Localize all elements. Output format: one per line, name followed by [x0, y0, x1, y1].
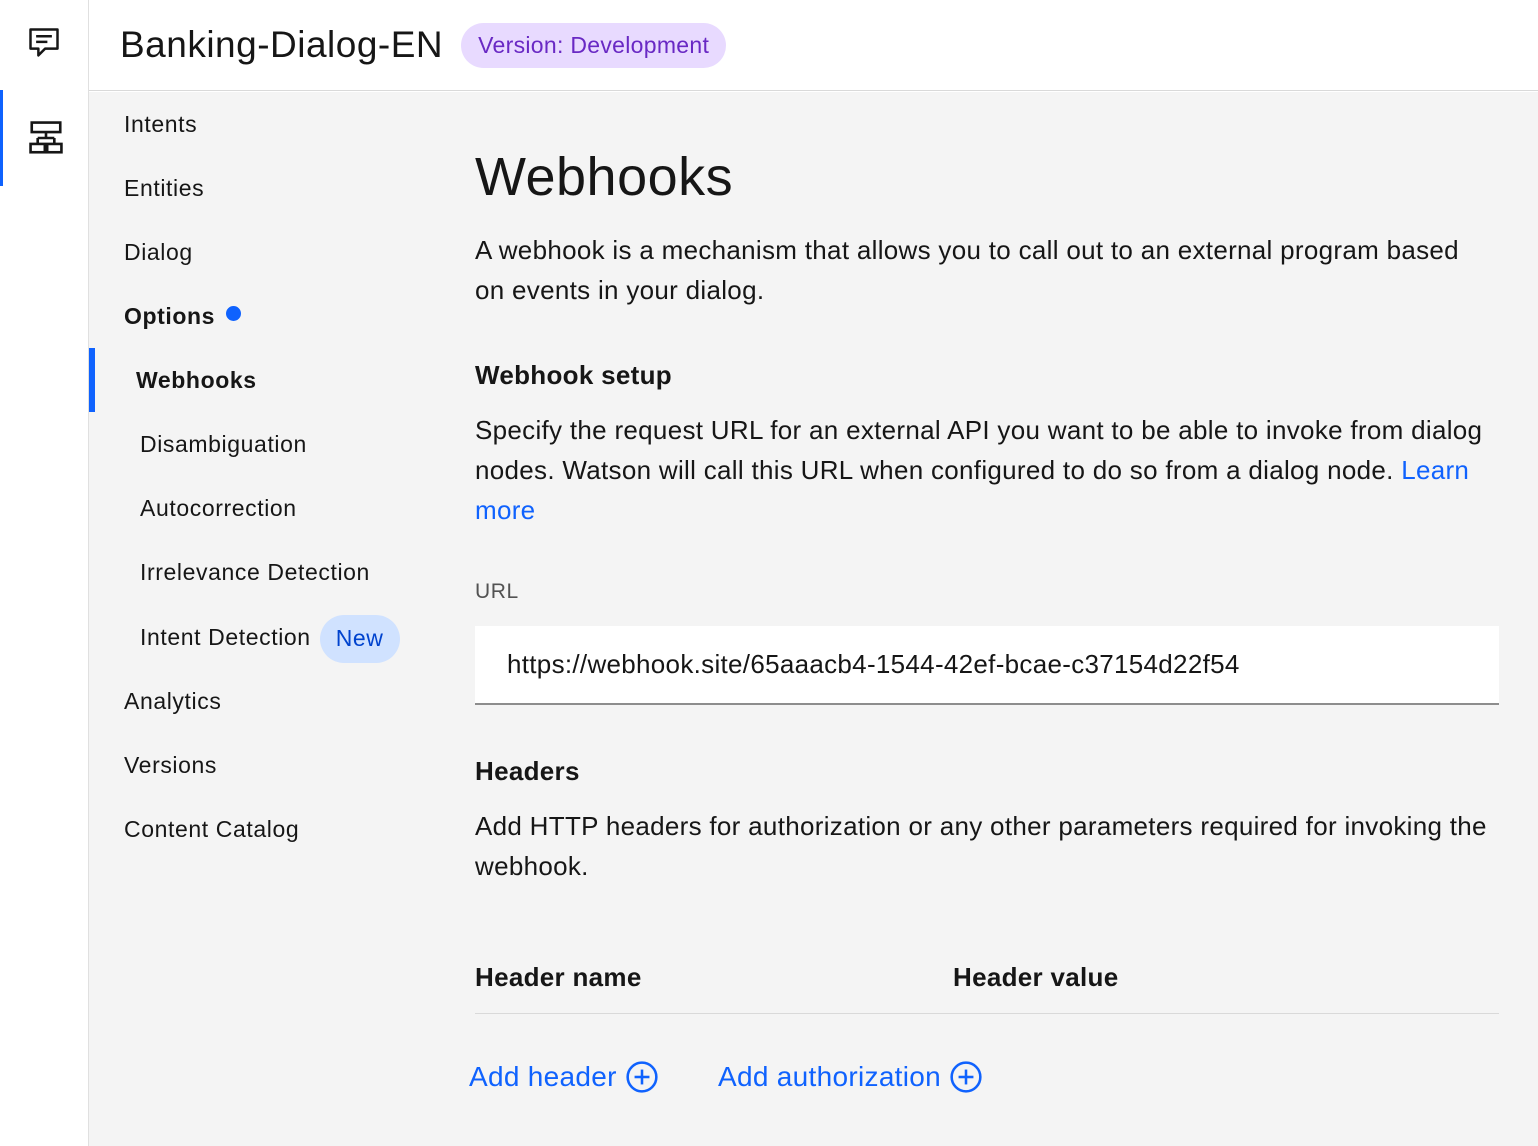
- nav-item-options[interactable]: Options: [124, 284, 242, 348]
- setup-description-text: Specify the request URL for an external …: [475, 415, 1483, 485]
- nav-active-indicator: [89, 348, 95, 412]
- nav-item-content-catalog[interactable]: Content Catalog: [124, 797, 299, 861]
- dialog-skill-button[interactable]: [0, 90, 88, 186]
- add-authorization-button[interactable]: Add authorization: [718, 1060, 983, 1094]
- page-header: Banking-Dialog-EN Version: Development: [89, 0, 1538, 91]
- webhooks-intro: A webhook is a mechanism that allows you…: [475, 235, 1459, 305]
- skill-title: Banking-Dialog-EN: [120, 24, 444, 65]
- nav-item-versions[interactable]: Versions: [124, 733, 217, 797]
- new-tag: New: [319, 614, 400, 663]
- left-rail: [0, 0, 89, 1146]
- chat-button[interactable]: [0, 14, 88, 72]
- headers-description: Add HTTP headers for authorization or an…: [475, 811, 1487, 881]
- nav-item-dialog[interactable]: Dialog: [124, 220, 193, 284]
- body-area: Intents Entities Dialog Options Webhooks…: [89, 92, 1538, 1146]
- nav-item-intents[interactable]: Intents: [124, 92, 197, 156]
- nav-item-webhooks[interactable]: Webhooks: [136, 348, 257, 412]
- column-header-name: Header name: [475, 962, 642, 992]
- add-authorization-label: Add authorization: [718, 1061, 942, 1092]
- unsaved-indicator-dot: [226, 306, 242, 321]
- add-circle-icon: [950, 1061, 982, 1093]
- url-label: URL: [475, 580, 519, 603]
- add-circle-icon: [626, 1061, 658, 1093]
- nav-item-intent-detection[interactable]: Intent Detection New: [140, 605, 400, 669]
- nav-item-analytics[interactable]: Analytics: [124, 669, 221, 733]
- chat-icon: [29, 28, 59, 57]
- nav-item-irrelevance-detection[interactable]: Irrelevance Detection: [140, 540, 370, 604]
- version-tag[interactable]: Version: Development: [461, 22, 727, 68]
- page-title: Webhooks: [475, 147, 734, 207]
- nav-item-disambiguation[interactable]: Disambiguation: [140, 412, 307, 476]
- nav-item-autocorrection[interactable]: Autocorrection: [140, 476, 297, 540]
- nav-item-entities[interactable]: Entities: [124, 156, 204, 220]
- url-input[interactable]: [475, 626, 1499, 705]
- webhook-setup-heading: Webhook setup: [475, 360, 672, 390]
- webhook-setup-description: Specify the request URL for an external …: [475, 410, 1495, 530]
- headers-table-header: Header name Header value: [475, 956, 1499, 1014]
- add-header-button[interactable]: Add header: [469, 1060, 659, 1094]
- nav-item-options-label: Options: [124, 303, 216, 329]
- nav-item-intent-detection-label: Intent Detection: [140, 624, 311, 650]
- flowchart-icon: [28, 121, 63, 154]
- add-header-label: Add header: [469, 1061, 617, 1092]
- column-header-value: Header value: [953, 962, 1119, 992]
- headers-heading: Headers: [475, 756, 580, 786]
